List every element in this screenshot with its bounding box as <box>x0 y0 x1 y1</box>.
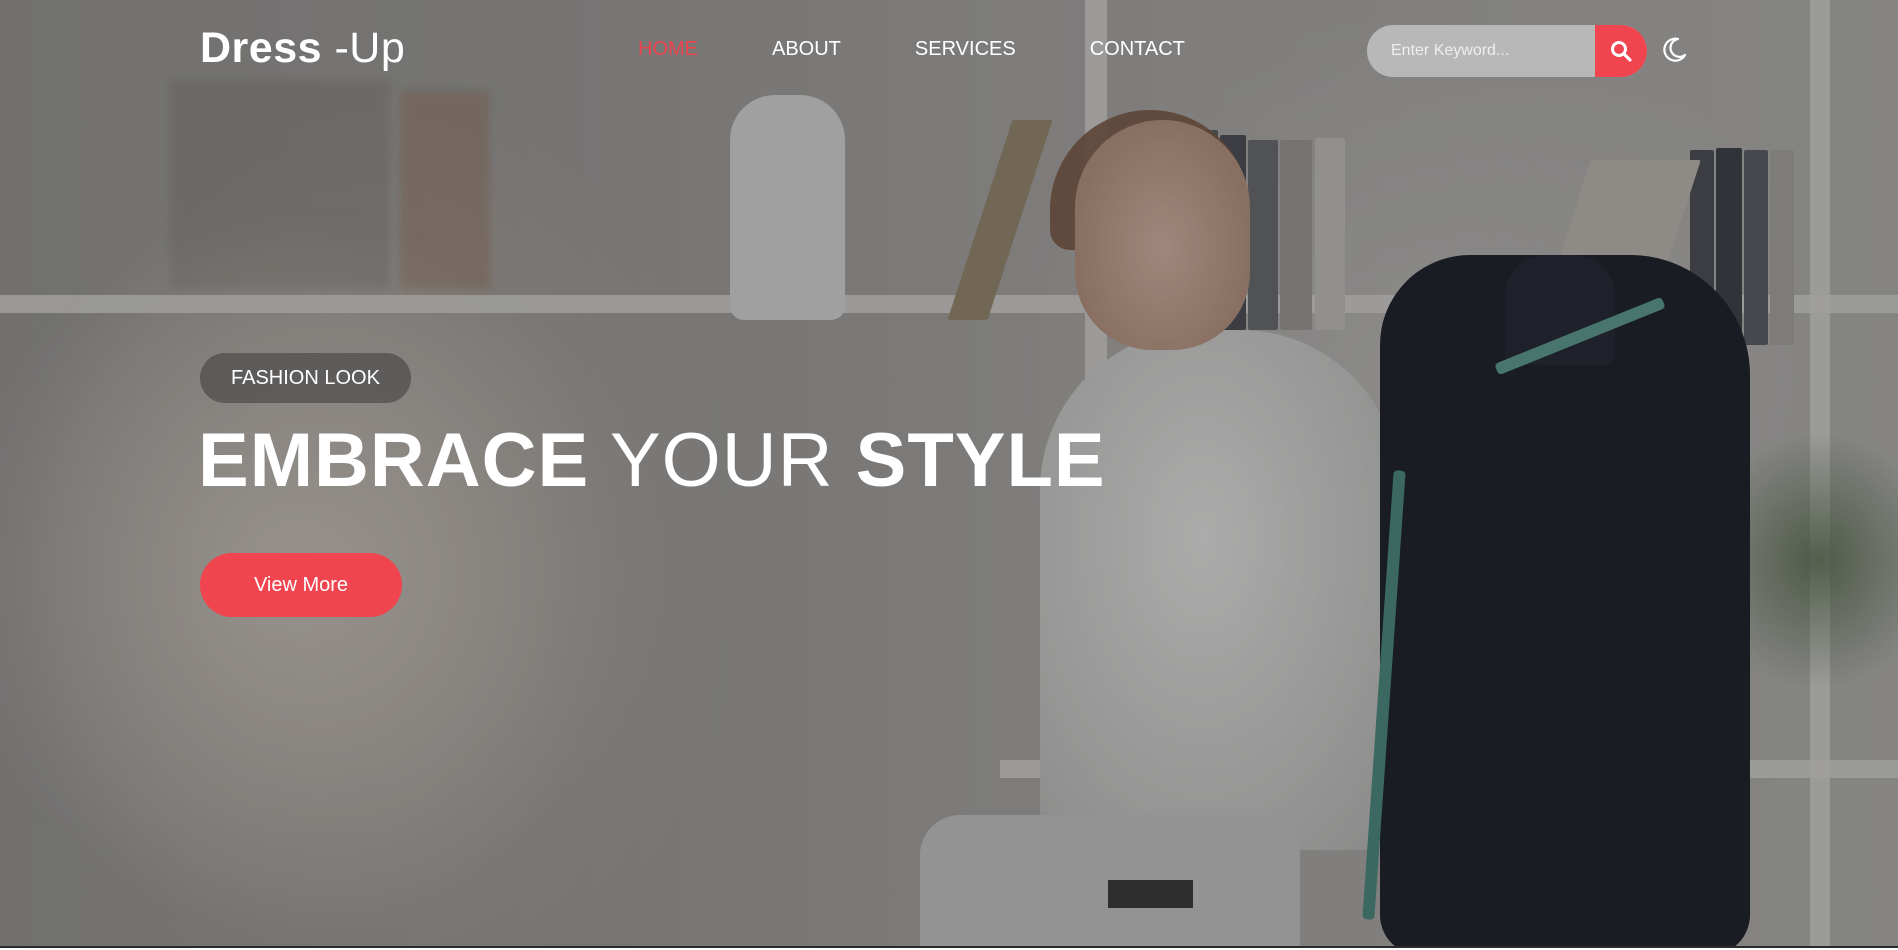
nav-about[interactable]: ABOUT <box>772 38 841 61</box>
hero-headline: EMBRACE YOUR STYLE <box>198 423 1106 499</box>
headline-part2: YOUR <box>589 418 856 503</box>
headline-part1: EMBRACE <box>198 418 590 503</box>
hero-tag: FASHION LOOK <box>200 353 411 403</box>
section-divider <box>0 946 1898 948</box>
view-more-button[interactable]: View More <box>200 553 402 617</box>
moon-icon <box>1663 37 1687 62</box>
nav-services[interactable]: SERVICES <box>915 38 1016 61</box>
search-button[interactable] <box>1595 25 1647 77</box>
search-icon <box>1611 41 1632 62</box>
theme-toggle[interactable] <box>1660 36 1688 64</box>
nav-home[interactable]: HOME <box>638 38 698 61</box>
main-nav: HOME ABOUT SERVICES CONTACT <box>638 38 1259 61</box>
search-box <box>1367 25 1647 77</box>
headline-part3: STYLE <box>855 418 1106 503</box>
brand-logo[interactable]: Dress -Up <box>200 24 405 73</box>
brand-logo-bold: Dress <box>200 24 323 72</box>
brand-logo-thin: -Up <box>322 24 406 72</box>
nav-contact[interactable]: CONTACT <box>1090 38 1185 61</box>
search-input[interactable] <box>1367 25 1593 77</box>
